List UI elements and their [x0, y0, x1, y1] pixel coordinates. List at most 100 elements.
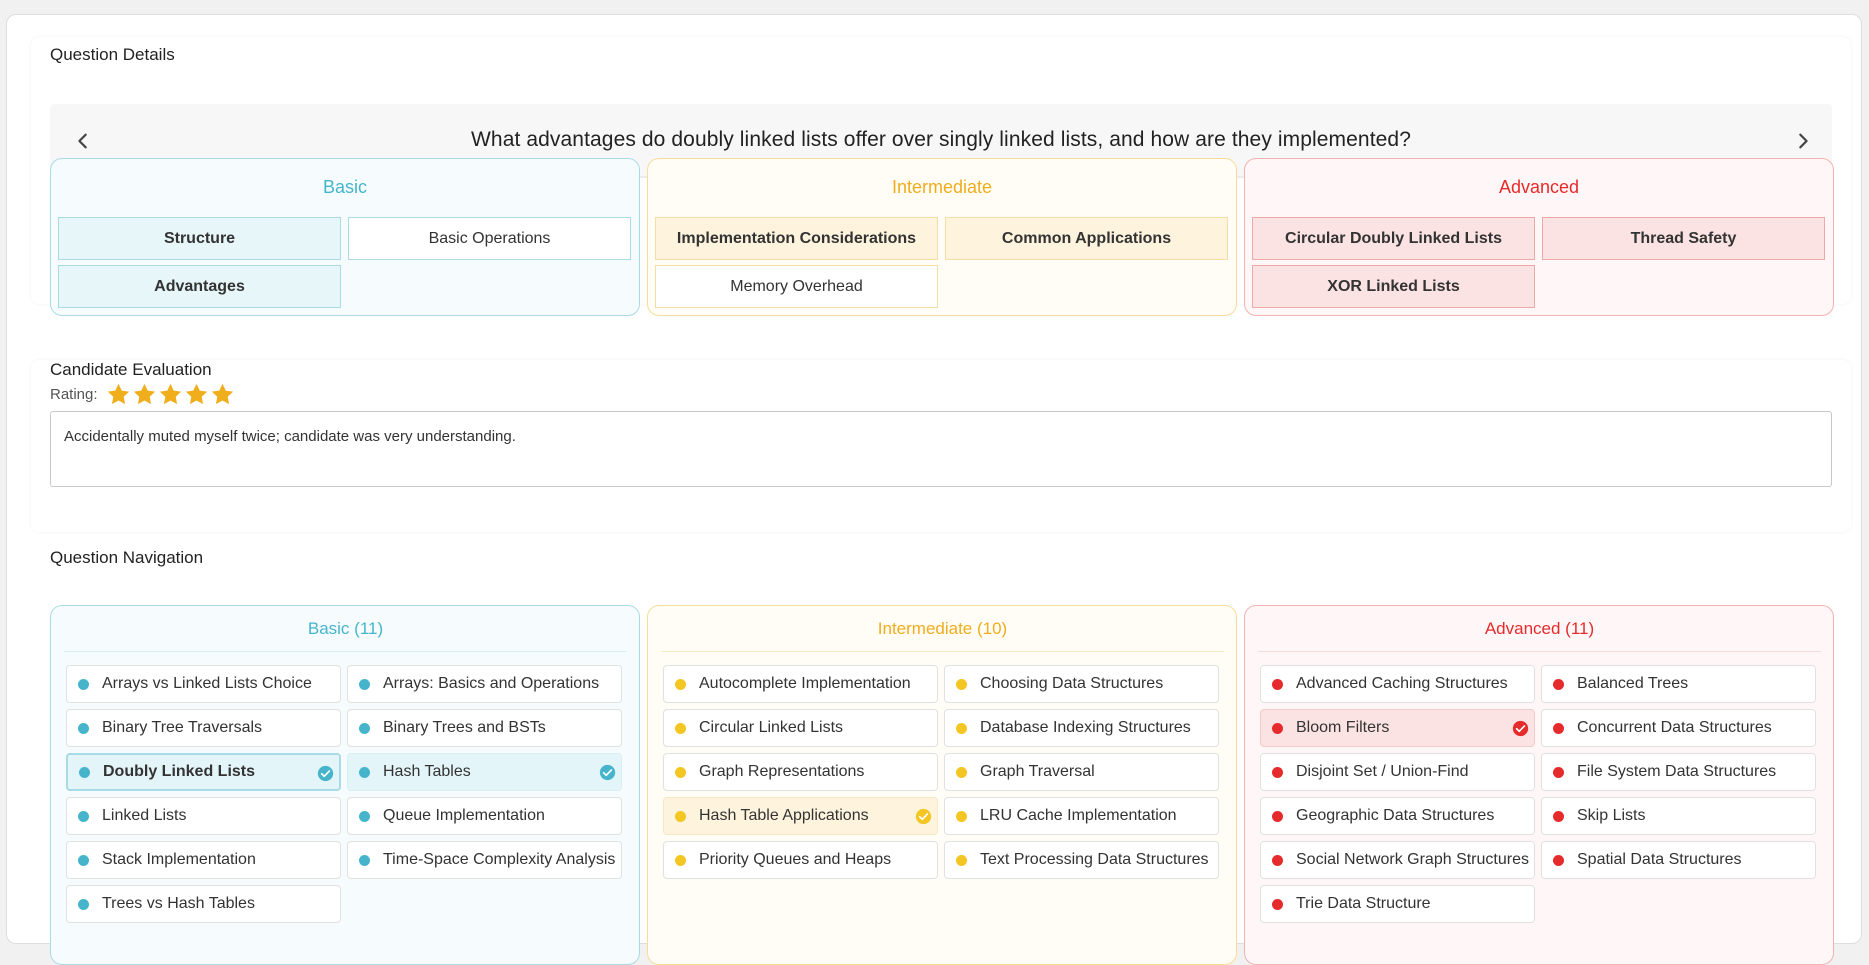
topic-memory-overhead[interactable]: Memory Overhead	[655, 265, 938, 308]
nav-item-label: Graph Traversal	[980, 763, 1095, 780]
check-circle-icon	[317, 765, 334, 782]
nav-item[interactable]: Linked Lists	[66, 797, 341, 835]
topic-thread-safety[interactable]: Thread Safety	[1542, 217, 1825, 260]
star-icon[interactable]	[158, 382, 183, 407]
nav-item-label: LRU Cache Implementation	[980, 807, 1177, 824]
nav-item[interactable]: Binary Trees and BSTs	[347, 709, 622, 747]
nav-item-label: Concurrent Data Structures	[1577, 719, 1772, 736]
status-dot	[675, 766, 686, 778]
nav-item-label: Trie Data Structure	[1296, 895, 1431, 912]
tier-title-intermediate: Intermediate	[891, 177, 993, 197]
nav-item[interactable]: Binary Tree Traversals	[66, 709, 341, 747]
nav-item[interactable]: Stack Implementation	[66, 841, 341, 879]
nav-item[interactable]: Trie Data Structure	[1260, 885, 1535, 923]
nav-item[interactable]: Concurrent Data Structures	[1541, 709, 1816, 747]
nav-item[interactable]: Time-Space Complexity Analysis	[347, 841, 622, 879]
nav-item[interactable]: Choosing Data Structures	[944, 665, 1219, 703]
nav-item[interactable]: Database Indexing Structures	[944, 709, 1219, 747]
nav-item-label: Priority Queues and Heaps	[699, 851, 892, 868]
nav-item[interactable]: Autocomplete Implementation	[663, 665, 938, 703]
star-icon[interactable]	[132, 382, 157, 407]
status-dot	[359, 854, 370, 866]
nav-item[interactable]: Circular Linked Lists	[663, 709, 938, 747]
nav-item[interactable]: Priority Queues and Heaps	[663, 841, 938, 879]
nav-item-label: Trees vs Hash Tables	[102, 895, 255, 912]
status-dot	[956, 722, 967, 734]
prev-question-button[interactable]	[70, 128, 96, 154]
nav-item-label: Hash Table Applications	[699, 807, 869, 824]
nav-item[interactable]: Skip Lists	[1541, 797, 1816, 835]
nav-item-label: Autocomplete Implementation	[699, 675, 911, 692]
status-dot	[359, 722, 370, 734]
topic-tier-advanced: Advanced Circular Doubly Linked Lists Th…	[1244, 158, 1834, 316]
nav-item-label: Binary Tree Traversals	[102, 719, 263, 736]
topic-common-applications[interactable]: Common Applications	[945, 217, 1228, 260]
status-dot	[78, 810, 89, 822]
evaluation-notes-textarea[interactable]: Accidentally muted myself twice; candida…	[50, 411, 1832, 487]
status-dot	[78, 854, 89, 866]
nav-item[interactable]: Graph Representations	[663, 753, 938, 791]
nav-item-label: Doubly Linked Lists	[103, 763, 256, 780]
status-dot	[359, 766, 370, 778]
nav-tier-advanced: Advanced (11) Advanced Caching Structure…	[1244, 605, 1834, 965]
question-text: What advantages do doubly linked lists o…	[471, 128, 1411, 151]
star-icon[interactable]	[210, 382, 235, 407]
check-circle-icon	[1512, 720, 1529, 737]
nav-item-label: File System Data Structures	[1577, 763, 1777, 780]
chevron-right-icon	[1799, 133, 1808, 149]
nav-item[interactable]: Arrays vs Linked Lists Choice	[66, 665, 341, 703]
star-icon[interactable]	[106, 382, 131, 407]
check-circle-icon	[599, 764, 616, 781]
next-question-button[interactable]	[1790, 128, 1816, 154]
nav-item-label: Balanced Trees	[1577, 675, 1689, 692]
nav-tier-title-intermediate: Intermediate (10)	[661, 606, 1224, 652]
topic-advantages[interactable]: Advantages	[58, 265, 341, 308]
rating-label: Rating:	[50, 386, 98, 403]
nav-tier-title-advanced: Advanced (11)	[1258, 606, 1821, 652]
status-dot	[1553, 854, 1564, 866]
section-title-question-details: Question Details	[50, 45, 175, 64]
nav-item-label: Text Processing Data Structures	[980, 851, 1209, 868]
status-dot	[79, 766, 90, 778]
status-dot	[359, 810, 370, 822]
nav-item[interactable]: Disjoint Set / Union-Find	[1260, 753, 1535, 791]
nav-item[interactable]: Trees vs Hash Tables	[66, 885, 341, 923]
nav-item-label: Spatial Data Structures	[1577, 851, 1742, 868]
nav-item[interactable]: Spatial Data Structures	[1541, 841, 1816, 879]
nav-item-label: Database Indexing Structures	[980, 719, 1191, 736]
nav-item[interactable]: Advanced Caching Structures	[1260, 665, 1535, 703]
nav-item-label: Binary Trees and BSTs	[383, 719, 546, 736]
nav-item[interactable]: Hash Table Applications	[663, 797, 938, 835]
status-dot	[1553, 810, 1564, 822]
topic-structure[interactable]: Structure	[58, 217, 341, 260]
tier-title-basic: Basic	[322, 177, 367, 197]
nav-item-label: Hash Tables	[383, 763, 471, 780]
nav-item[interactable]: Social Network Graph Structures	[1260, 841, 1535, 879]
nav-item[interactable]: Balanced Trees	[1541, 665, 1816, 703]
status-dot	[1272, 854, 1283, 866]
status-dot	[675, 722, 686, 734]
topic-circular-doubly-linked-lists[interactable]: Circular Doubly Linked Lists	[1252, 217, 1535, 260]
nav-item[interactable]: Arrays: Basics and Operations	[347, 665, 622, 703]
status-dot	[1553, 766, 1564, 778]
status-dot	[1272, 766, 1283, 778]
star-icon[interactable]	[184, 382, 209, 407]
nav-item[interactable]: Graph Traversal	[944, 753, 1219, 791]
nav-item[interactable]: Geographic Data Structures	[1260, 797, 1535, 835]
nav-item[interactable]: Hash Tables	[347, 753, 622, 791]
nav-item-label: Social Network Graph Structures	[1296, 851, 1529, 868]
status-dot	[675, 678, 686, 690]
nav-item[interactable]: Bloom Filters	[1260, 709, 1535, 747]
topic-implementation-considerations[interactable]: Implementation Considerations	[655, 217, 938, 260]
status-dot	[1553, 678, 1564, 690]
topic-basic-operations[interactable]: Basic Operations	[348, 217, 631, 260]
nav-item-current[interactable]: Doubly Linked Lists	[66, 753, 341, 791]
question-details-section: Question Details What advantages do doub…	[31, 37, 1851, 316]
status-dot	[1272, 722, 1283, 734]
topic-xor-linked-lists[interactable]: XOR Linked Lists	[1252, 265, 1535, 308]
nav-item[interactable]: File System Data Structures	[1541, 753, 1816, 791]
status-dot	[1272, 810, 1283, 822]
nav-item[interactable]: Queue Implementation	[347, 797, 622, 835]
nav-item[interactable]: LRU Cache Implementation	[944, 797, 1219, 835]
nav-item[interactable]: Text Processing Data Structures	[944, 841, 1219, 879]
